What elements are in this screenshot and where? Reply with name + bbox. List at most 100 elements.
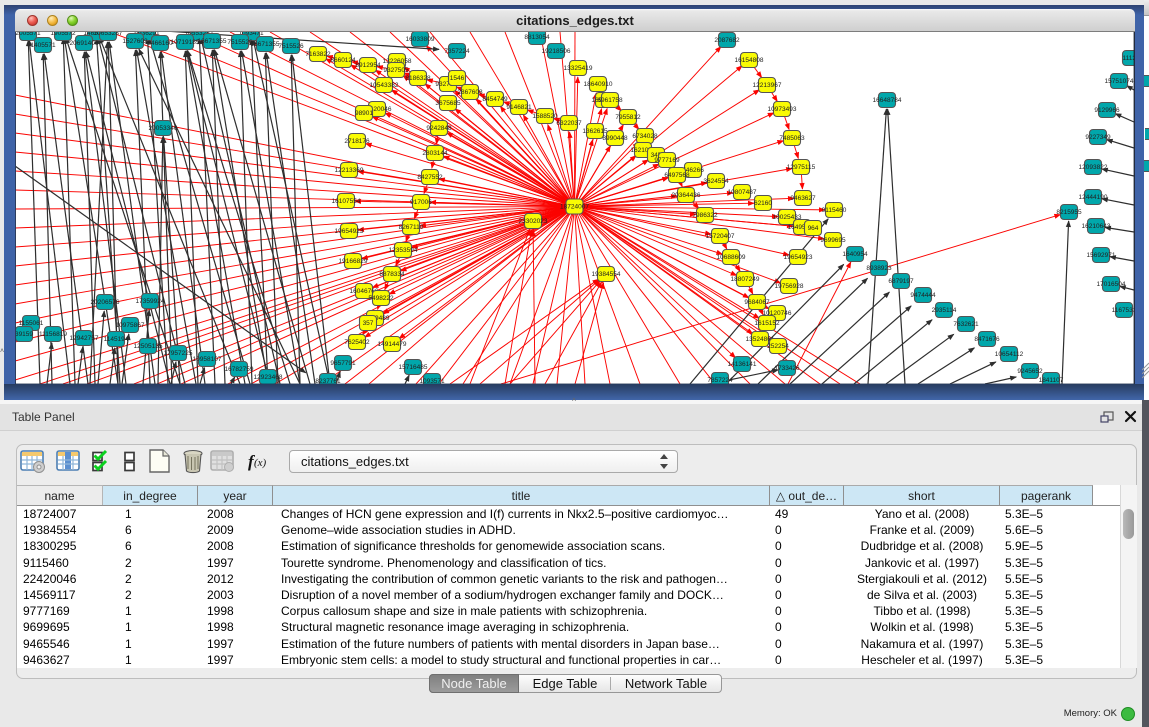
svg-text:18724007: 18724007 xyxy=(560,204,589,211)
svg-text:8660124: 8660124 xyxy=(330,57,356,64)
svg-text:9146821: 9146821 xyxy=(506,104,532,111)
svg-text:12505135: 12505135 xyxy=(134,343,163,350)
svg-text:1145194: 1145194 xyxy=(104,336,129,343)
svg-text:8427552: 8427552 xyxy=(417,174,443,181)
svg-text:1527602: 1527602 xyxy=(122,38,148,45)
svg-text:18640910: 18640910 xyxy=(584,81,613,88)
svg-text:9777169: 9777169 xyxy=(654,157,680,164)
svg-text:10688609: 10688609 xyxy=(717,254,746,261)
svg-text:12093822: 12093822 xyxy=(1079,164,1108,171)
svg-text:7955812: 7955812 xyxy=(615,114,641,121)
svg-text:98901: 98901 xyxy=(355,110,373,117)
svg-text:2718176: 2718176 xyxy=(344,138,370,145)
svg-text:3675685: 3675685 xyxy=(435,100,461,107)
svg-text:252254: 252254 xyxy=(767,343,789,350)
svg-text:7515526: 7515526 xyxy=(227,39,253,46)
svg-text:1841107: 1841107 xyxy=(1039,377,1064,384)
svg-text:10543382: 10543382 xyxy=(370,82,399,89)
svg-text:9463627: 9463627 xyxy=(790,195,816,202)
svg-text:19384554: 19384554 xyxy=(592,271,621,278)
svg-text:12975115: 12975115 xyxy=(787,164,816,171)
svg-text:8878334: 8878334 xyxy=(379,271,405,278)
svg-text:16671355: 16671355 xyxy=(251,41,280,48)
svg-text:6497568: 6497568 xyxy=(664,172,690,179)
svg-text:9115460: 9115460 xyxy=(822,207,847,214)
svg-text:1546: 1546 xyxy=(450,75,465,82)
svg-text:14136141: 14136141 xyxy=(728,361,757,368)
svg-text:8267110: 8267110 xyxy=(399,224,424,231)
svg-text:7515526: 7515526 xyxy=(278,43,304,50)
svg-text:1405571: 1405571 xyxy=(30,42,56,49)
svg-text:17957225: 17957225 xyxy=(164,350,193,357)
svg-text:2803144: 2803144 xyxy=(422,150,448,157)
svg-text:10719185: 10719185 xyxy=(171,39,200,46)
svg-text:12353594: 12353594 xyxy=(389,247,418,254)
svg-text:15716485: 15716485 xyxy=(399,364,428,371)
svg-text:16107554: 16107554 xyxy=(332,198,361,205)
svg-text:964: 964 xyxy=(808,225,819,232)
svg-text:7632621: 7632621 xyxy=(953,321,979,328)
svg-text:12942757: 12942757 xyxy=(70,335,99,342)
svg-text:19654923: 19654923 xyxy=(784,254,813,261)
svg-text:1733426: 1733426 xyxy=(774,365,800,372)
svg-text:13325419: 13325419 xyxy=(564,65,593,72)
svg-text:8215955: 8215955 xyxy=(1056,209,1082,216)
svg-text:16210643: 16210643 xyxy=(1082,223,1111,230)
svg-text:19218506: 19218506 xyxy=(542,48,571,55)
svg-text:15692971: 15692971 xyxy=(1087,252,1116,259)
svg-text:16154808: 16154808 xyxy=(735,57,764,64)
svg-text:1093571: 1093571 xyxy=(419,378,445,384)
svg-text:9657791: 9657791 xyxy=(330,360,356,367)
svg-text:8912954: 8912954 xyxy=(355,62,381,69)
svg-text:19166829: 19166829 xyxy=(339,258,368,265)
svg-text:7986322: 7986322 xyxy=(692,212,718,219)
svg-text:7357224: 7357224 xyxy=(444,48,470,55)
svg-text:16033809: 16033809 xyxy=(406,36,435,43)
svg-text:20206576: 20206576 xyxy=(91,299,120,306)
svg-text:20691406: 20691406 xyxy=(70,40,99,47)
svg-text:2005571: 2005571 xyxy=(15,32,41,37)
svg-text:9699695: 9699695 xyxy=(820,237,846,244)
svg-text:1362615: 1362615 xyxy=(582,128,608,135)
svg-text:16671355: 16671355 xyxy=(198,38,227,45)
svg-text:15720407: 15720407 xyxy=(706,233,735,240)
svg-text:1905572: 1905572 xyxy=(50,32,76,37)
svg-text:357: 357 xyxy=(363,320,374,327)
svg-text:19654923: 19654923 xyxy=(335,228,364,235)
svg-text:8186328: 8186328 xyxy=(405,75,431,82)
svg-text:12213369: 12213369 xyxy=(335,167,364,174)
svg-text:8938923: 8938923 xyxy=(866,265,892,272)
svg-text:3624554: 3624554 xyxy=(703,178,729,185)
svg-text:9242848: 9242848 xyxy=(426,125,452,132)
svg-text:11156819: 11156819 xyxy=(39,331,67,338)
svg-text:23302023: 23302023 xyxy=(519,218,548,225)
svg-text:9227349: 9227349 xyxy=(1085,134,1111,141)
svg-text:10653287: 10653287 xyxy=(94,32,123,37)
svg-text:16782759: 16782759 xyxy=(225,366,254,373)
svg-text:8237761: 8237761 xyxy=(315,378,341,384)
svg-text:2935114: 2935114 xyxy=(932,307,957,314)
svg-text:16648784: 16648784 xyxy=(873,97,902,104)
svg-text:17359924: 17359924 xyxy=(136,298,165,305)
svg-text:8990448: 8990448 xyxy=(602,135,628,142)
svg-text:10807487: 10807487 xyxy=(728,189,757,196)
svg-text:8454749: 8454749 xyxy=(482,96,508,103)
svg-text:7163822: 7163822 xyxy=(305,51,331,58)
svg-text:9129966: 9129966 xyxy=(1094,107,1120,114)
svg-text:7857224: 7857224 xyxy=(707,377,733,384)
svg-text:17016504: 17016504 xyxy=(1097,281,1126,288)
svg-text:9245652: 9245652 xyxy=(1017,368,1043,375)
svg-text:7485063: 7485063 xyxy=(779,135,805,142)
svg-text:1588520: 1588520 xyxy=(532,113,558,120)
svg-text:18807249: 18807249 xyxy=(731,276,760,283)
svg-text:10654112: 10654112 xyxy=(995,351,1024,358)
svg-text:39159: 39159 xyxy=(15,331,33,338)
svg-text:6466160: 6466160 xyxy=(147,40,173,47)
svg-text:1167533: 1167533 xyxy=(1112,307,1135,314)
svg-text:19756928: 19756928 xyxy=(775,283,804,290)
svg-text:7625402: 7625402 xyxy=(344,339,370,346)
svg-text:8813054: 8813054 xyxy=(524,34,550,41)
svg-text:15751074: 15751074 xyxy=(1105,78,1134,85)
svg-text:12213967: 12213967 xyxy=(753,82,782,89)
svg-text:12923468: 12923468 xyxy=(254,374,283,381)
